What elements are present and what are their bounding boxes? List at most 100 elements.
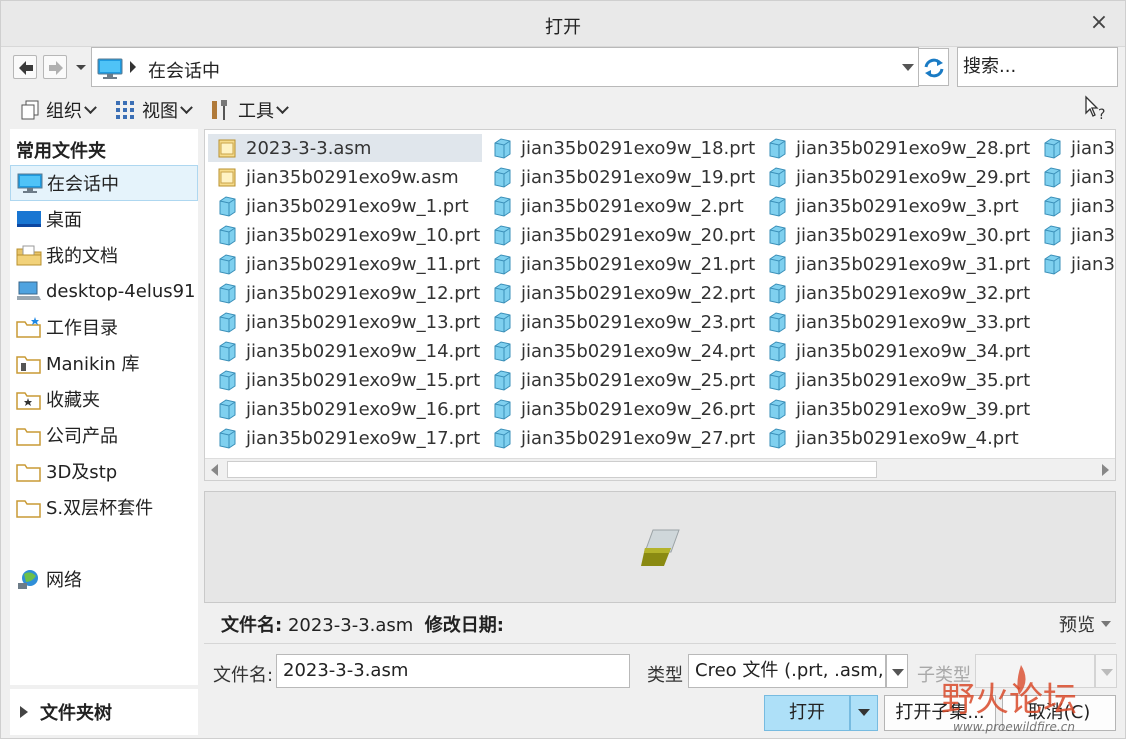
file-item[interactable]: jian35b0291exo9w_28.prt (758, 134, 1032, 162)
file-item[interactable]: jian35b0291exo9w_1.prt (208, 192, 482, 220)
file-item[interactable]: jian35b0291exo9w_26.prt (483, 395, 757, 423)
sidebar-item-label: desktop-4elus91 (46, 280, 196, 302)
file-item[interactable]: jian35b0291exo9w_13.prt (208, 308, 482, 336)
file-item[interactable]: jian35b0291exo9w_10.prt (208, 221, 482, 249)
file-name: jian35b0291exo9w_22.prt (521, 282, 756, 304)
file-list[interactable]: 2023-3-3.asm jian35b0291exo9w.asm jian35b0… (204, 129, 1116, 481)
sidebar-item-my-documents[interactable]: 我的文档 (10, 237, 198, 273)
address-bar[interactable]: 在会话中 (91, 47, 919, 87)
sidebar-item-network[interactable]: 网络 (10, 561, 198, 597)
scroll-left-icon[interactable] (211, 464, 218, 476)
file-item[interactable]: jian3 (1033, 250, 1115, 278)
file-item[interactable]: jian35b0291exo9w_33.prt (758, 308, 1032, 336)
tools-menu[interactable]: 工具 (209, 97, 289, 123)
file-name: jian35b0291exo9w_14.prt (246, 340, 481, 362)
file-item[interactable]: jian3 (1033, 192, 1115, 220)
folder-tree-toggle[interactable]: 文件夹树 (10, 689, 198, 735)
sidebar: 常用文件夹 在会话中 桌面 我的文档 desktop-4elus91 工作目录 … (10, 129, 198, 685)
horizontal-scrollbar[interactable] (205, 458, 1115, 480)
file-item[interactable]: jian35b0291exo9w_30.prt (758, 221, 1032, 249)
sidebar-item-computer[interactable]: desktop-4elus91 (10, 273, 198, 309)
file-item[interactable]: jian35b0291exo9w_27.prt (483, 424, 757, 452)
file-name: 2023-3-3.asm (246, 137, 372, 159)
subtype-dropdown-button[interactable] (1095, 654, 1117, 688)
file-item[interactable]: jian35b0291exo9w.asm (208, 163, 482, 191)
file-item[interactable]: 2023-3-3.asm (208, 134, 482, 162)
sidebar-item-in-session[interactable]: 在会话中 (10, 165, 198, 201)
help-icon[interactable]: ? (1083, 95, 1111, 123)
file-item[interactable]: jian35b0291exo9w_19.prt (483, 163, 757, 191)
file-item[interactable]: jian35b0291exo9w_12.prt (208, 279, 482, 307)
file-item[interactable]: jian35b0291exo9w_23.prt (483, 308, 757, 336)
file-item[interactable]: jian35b0291exo9w_32.prt (758, 279, 1032, 307)
file-item[interactable]: jian3 (1033, 134, 1115, 162)
refresh-icon (924, 58, 944, 78)
breadcrumb-location[interactable]: 在会话中 (148, 57, 220, 83)
history-dropdown-icon[interactable] (73, 59, 89, 75)
type-dropdown-button[interactable] (886, 654, 908, 688)
scroll-right-icon[interactable] (1102, 464, 1109, 476)
part-file-icon (494, 428, 511, 449)
filename-field[interactable] (276, 654, 630, 688)
sidebar-item-manikin-library[interactable]: Manikin 库 (10, 345, 198, 381)
file-item[interactable]: jian35b0291exo9w_14.prt (208, 337, 482, 365)
file-item[interactable]: jian35b0291exo9w_2.prt (483, 192, 757, 220)
file-item[interactable]: jian35b0291exo9w_29.prt (758, 163, 1032, 191)
file-item[interactable]: jian35b0291exo9w_15.prt (208, 366, 482, 394)
part-file-icon (769, 370, 786, 391)
file-item[interactable]: jian35b0291exo9w_4.prt (758, 424, 1032, 452)
sidebar-item-company-products[interactable]: 公司产品 (10, 417, 198, 453)
open-dialog: 打开 × 在会话中 组织 (0, 0, 1126, 739)
file-item[interactable]: jian35b0291exo9w_16.prt (208, 395, 482, 423)
folder-icon (16, 428, 41, 446)
organize-menu[interactable]: 组织 (19, 97, 97, 123)
sidebar-item-double-cup-kit[interactable]: S.双层杯套件 (10, 489, 198, 525)
refresh-button[interactable] (919, 48, 949, 86)
open-options-button[interactable] (850, 695, 878, 731)
preview-toggle[interactable]: 预览 (1059, 611, 1111, 637)
sidebar-item-favorites[interactable]: 收藏夹 (10, 381, 198, 417)
filename-input[interactable] (283, 655, 629, 686)
address-dropdown-icon[interactable] (902, 64, 914, 71)
subtype-select[interactable] (975, 654, 1095, 688)
file-item[interactable]: jian35b0291exo9w_24.prt (483, 337, 757, 365)
sidebar-item-working-directory[interactable]: 工作目录 (10, 309, 198, 345)
open-button[interactable]: 打开 (764, 695, 850, 731)
chevron-down-icon (180, 100, 193, 114)
part-file-icon (494, 167, 511, 188)
file-item[interactable]: jian35b0291exo9w_21.prt (483, 250, 757, 278)
file-item[interactable]: jian35b0291exo9w_11.prt (208, 250, 482, 278)
search-input[interactable] (961, 48, 1111, 84)
open-subset-button[interactable]: 打开子集... (884, 695, 996, 731)
back-button[interactable] (13, 55, 37, 79)
search-box[interactable] (957, 47, 1118, 87)
forward-button[interactable] (43, 55, 67, 79)
file-item[interactable]: jian35b0291exo9w_18.prt (483, 134, 757, 162)
scrollbar-thumb[interactable] (227, 461, 877, 478)
folder-icon (16, 500, 41, 518)
file-name: jian35b0291exo9w_31.prt (796, 253, 1031, 275)
file-item[interactable]: jian35b0291exo9w_35.prt (758, 366, 1032, 394)
file-item[interactable]: jian35b0291exo9w_39.prt (758, 395, 1032, 423)
file-item[interactable]: jian35b0291exo9w_3.prt (758, 192, 1032, 220)
file-name: jian35b0291exo9w_1.prt (246, 195, 469, 217)
file-name: jian35b0291exo9w_17.prt (246, 427, 481, 449)
file-item[interactable]: jian35b0291exo9w_34.prt (758, 337, 1032, 365)
view-menu[interactable]: 视图 (115, 97, 193, 123)
file-name: jian35b0291exo9w_39.prt (796, 398, 1031, 420)
file-item[interactable]: jian35b0291exo9w_17.prt (208, 424, 482, 452)
sidebar-item-desktop[interactable]: 桌面 (10, 201, 198, 237)
view-label: 视图 (142, 101, 178, 122)
file-item[interactable]: jian3 (1033, 221, 1115, 249)
sidebar-item-3d-stp[interactable]: 3D及stp (10, 453, 198, 489)
file-item[interactable]: jian35b0291exo9w_20.prt (483, 221, 757, 249)
cancel-button[interactable]: 取消(C) (1002, 695, 1116, 731)
file-item[interactable]: jian3 (1033, 163, 1115, 191)
file-item[interactable]: jian35b0291exo9w_22.prt (483, 279, 757, 307)
part-file-icon (769, 196, 786, 217)
file-item[interactable]: jian35b0291exo9w_25.prt (483, 366, 757, 394)
type-select[interactable]: Creo 文件 (.prt, .asm, . (688, 654, 886, 688)
file-item[interactable]: jian35b0291exo9w_31.prt (758, 250, 1032, 278)
close-icon[interactable]: × (1087, 11, 1111, 35)
part-file-icon (219, 341, 236, 362)
